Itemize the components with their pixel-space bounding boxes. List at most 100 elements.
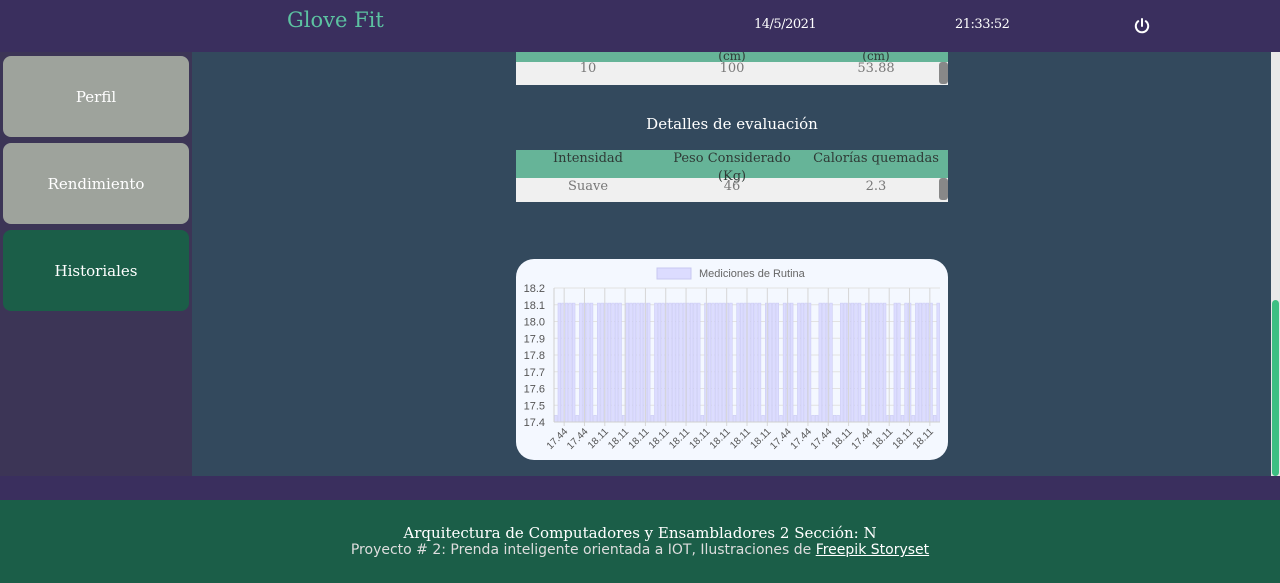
bar (747, 302, 751, 423)
x-tick-label: 18.11 (667, 426, 692, 451)
bar (933, 415, 937, 423)
sidebar-item-perfil[interactable]: Perfil (3, 56, 189, 137)
y-tick-label: 17.9 (524, 333, 545, 345)
bar (657, 302, 662, 423)
bar (797, 302, 801, 423)
evaluation-table: Intensidad Peso Considerado (Kg) Caloría… (516, 150, 948, 202)
bar (854, 302, 858, 423)
brand-title[interactable]: Glove Fit (287, 8, 384, 32)
top-navbar: Glove Fit 14/5/2021 21:33:52 (0, 0, 1280, 52)
bar (668, 302, 672, 423)
sidebar-item-rendimiento[interactable]: Rendimiento (3, 143, 189, 224)
bar (879, 302, 883, 423)
bar (593, 415, 597, 423)
bar (672, 302, 676, 423)
sidebar-item-historiales[interactable]: Historiales (3, 230, 189, 311)
measurements-table: (cm) (cm) 10 100 53.88 (516, 52, 948, 85)
x-tick-label: 18.11 (688, 426, 713, 451)
current-date: 14/5/2021 (754, 17, 817, 32)
bar (718, 302, 722, 423)
bar (790, 302, 794, 423)
legend-label: Mediciones de Rutina (699, 268, 806, 280)
y-tick-label: 18.2 (524, 283, 545, 295)
x-tick-label: 17.44 (789, 426, 815, 452)
bar (768, 302, 772, 423)
bar (611, 302, 615, 423)
bar (875, 302, 880, 423)
routine-chart-card: Mediciones de Rutina 18.2 18.1 18.0 17.9 17.8… (516, 259, 948, 460)
table-row: 10 100 53.88 (516, 62, 948, 85)
bar (850, 302, 855, 423)
routine-chart: Mediciones de Rutina 18.2 18.1 18.0 17.9 17.8… (524, 267, 940, 452)
y-tick-label: 18.1 (524, 300, 545, 312)
page-scrollbar-thumb[interactable] (1272, 300, 1279, 476)
bar (661, 302, 665, 423)
bar (761, 415, 765, 423)
x-tick-label: 17.44 (545, 426, 571, 452)
page-scrollbar[interactable] (1271, 52, 1280, 476)
bar (647, 302, 651, 423)
bar (618, 302, 622, 423)
bar (589, 302, 594, 423)
bar (836, 415, 840, 423)
bar (754, 302, 758, 423)
bar (829, 302, 833, 423)
table-cell: 53.88 (857, 61, 895, 76)
bar (779, 415, 783, 423)
y-tick-label: 17.5 (524, 400, 545, 412)
bar (922, 302, 926, 423)
bar (686, 302, 690, 423)
bar (840, 302, 844, 423)
table-cell: 100 (719, 61, 745, 76)
x-tick-label: 18.11 (728, 426, 753, 451)
footer: Arquitectura de Computadores y Ensamblad… (0, 500, 1280, 583)
bar (915, 302, 919, 423)
bar (700, 415, 704, 423)
table-header-cell: Peso Considerado (Kg) (673, 151, 791, 184)
sidebar-item-label: Historiales (54, 261, 138, 280)
bar (697, 302, 701, 423)
x-tick-label: 18.11 (891, 426, 916, 451)
table-cell: 10 (579, 61, 597, 76)
bar (600, 302, 604, 423)
table-scrollbar[interactable] (939, 62, 948, 84)
bar (807, 302, 812, 423)
table-cell: Suave (567, 179, 609, 194)
bar (579, 302, 583, 423)
bar (772, 302, 776, 423)
bar (572, 302, 576, 423)
freepik-link[interactable]: Freepik Storyset (816, 542, 929, 558)
sidebar: Perfil Rendimiento Historiales (0, 52, 192, 476)
bar (750, 302, 754, 423)
bar (832, 415, 837, 423)
x-tick-label: 18.11 (647, 426, 672, 451)
bar (568, 302, 572, 423)
bar (722, 302, 726, 423)
bar (639, 302, 644, 423)
bar (564, 302, 569, 423)
bar (693, 302, 697, 423)
y-tick-label: 17.8 (524, 350, 545, 362)
table-header-cell: Intensidad (552, 151, 624, 166)
table-row: Suave 46 2.3 (516, 178, 948, 202)
bar (757, 302, 762, 423)
bar (636, 302, 640, 423)
bar (918, 302, 922, 423)
bar (775, 302, 780, 423)
bar (711, 302, 715, 423)
bar (893, 302, 897, 423)
bar (575, 415, 579, 423)
bar (865, 302, 869, 423)
bar (811, 415, 815, 423)
x-tick-label: 17.44 (565, 426, 591, 452)
x-tick-label: 18.11 (870, 426, 895, 451)
bar (822, 302, 826, 423)
bar (890, 415, 894, 423)
bar (557, 302, 561, 423)
x-tick-label: 18.11 (708, 426, 733, 451)
bar (882, 302, 887, 423)
table-scrollbar[interactable] (939, 178, 948, 200)
bar (650, 415, 654, 423)
x-tick-label: 18.11 (606, 426, 631, 451)
power-icon[interactable] (1132, 16, 1152, 36)
